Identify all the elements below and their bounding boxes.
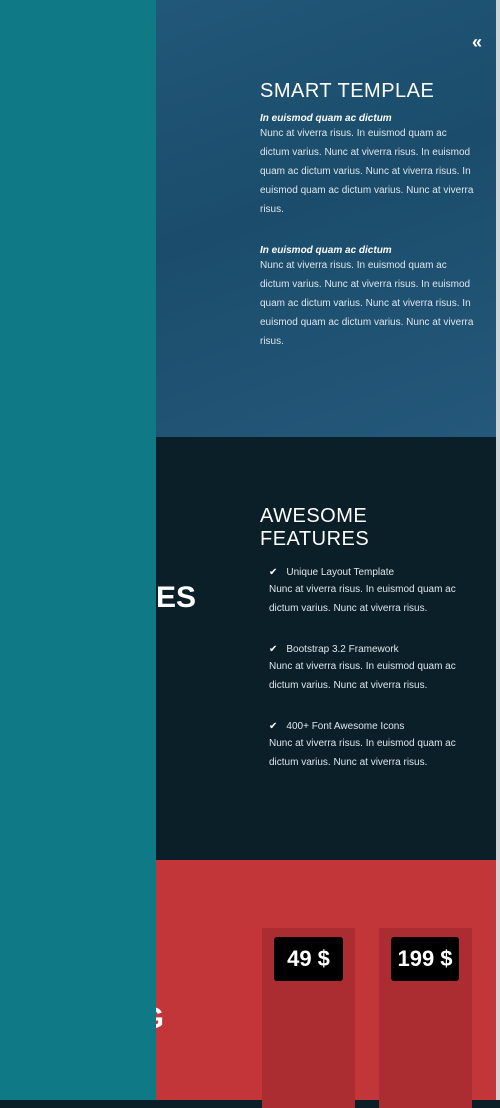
- block-subtitle: In euismod quam ac dictum: [260, 113, 392, 124]
- feature-text: Nunc at viverra risus. In euismod quam a…: [269, 584, 456, 614]
- feature-text: Nunc at viverra risus. In euismod quam a…: [269, 661, 456, 691]
- side-panel: [0, 0, 156, 1100]
- block-text: Nunc at viverra risus. In euismod quam a…: [260, 260, 474, 347]
- check-icon: ✔: [269, 644, 278, 655]
- features-side-heading: ES: [155, 581, 196, 614]
- pricing-card: 49 $: [262, 928, 355, 1108]
- pricing-card: 199 $: [379, 928, 472, 1108]
- feature-title: 400+ Font Awesome Icons: [286, 721, 405, 732]
- section-title: AWESOME FEATURES: [260, 505, 370, 550]
- collapse-icon[interactable]: «: [472, 32, 482, 53]
- check-icon: ✔: [269, 567, 278, 578]
- check-icon: ✔: [269, 721, 278, 732]
- block-subtitle: In euismod quam ac dictum: [260, 245, 392, 256]
- scrollbar[interactable]: [496, 0, 500, 1100]
- price-badge: 49 $: [274, 937, 343, 981]
- feature-item: ✔ 400+ Font Awesome Icons Nunc at viverra…: [260, 721, 475, 772]
- block-text: Nunc at viverra risus. In euismod quam a…: [260, 128, 474, 215]
- feature-item: ✔ Bootstrap 3.2 Framework Nunc at viverra…: [260, 644, 475, 695]
- feature-title: Unique Layout Template: [286, 567, 395, 578]
- feature-item: ✔ Unique Layout Template Nunc at viverra …: [260, 567, 475, 618]
- section-title: SMART TEMPLAE: [260, 80, 435, 102]
- price-badge: 199 $: [391, 937, 459, 981]
- feature-text: Nunc at viverra risus. In euismod quam a…: [269, 738, 456, 768]
- feature-title: Bootstrap 3.2 Framework: [286, 644, 399, 655]
